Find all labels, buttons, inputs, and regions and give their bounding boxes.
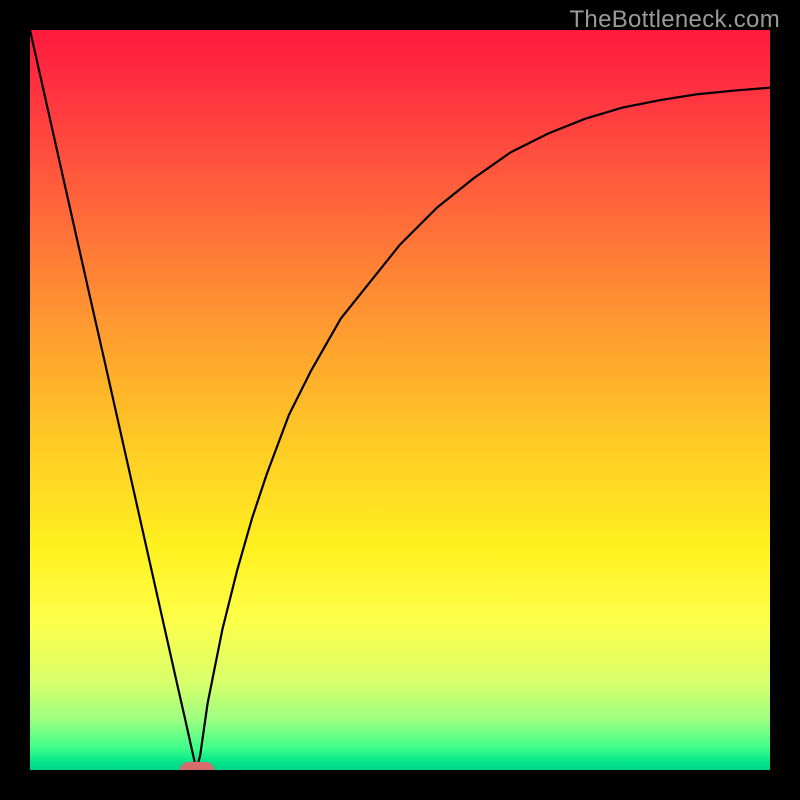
watermark-text: TheBottleneck.com [569, 6, 780, 34]
optimum-marker [180, 762, 214, 770]
bottleneck-curve [30, 30, 770, 770]
chart-frame: TheBottleneck.com [0, 0, 800, 800]
plot-area [30, 30, 770, 770]
